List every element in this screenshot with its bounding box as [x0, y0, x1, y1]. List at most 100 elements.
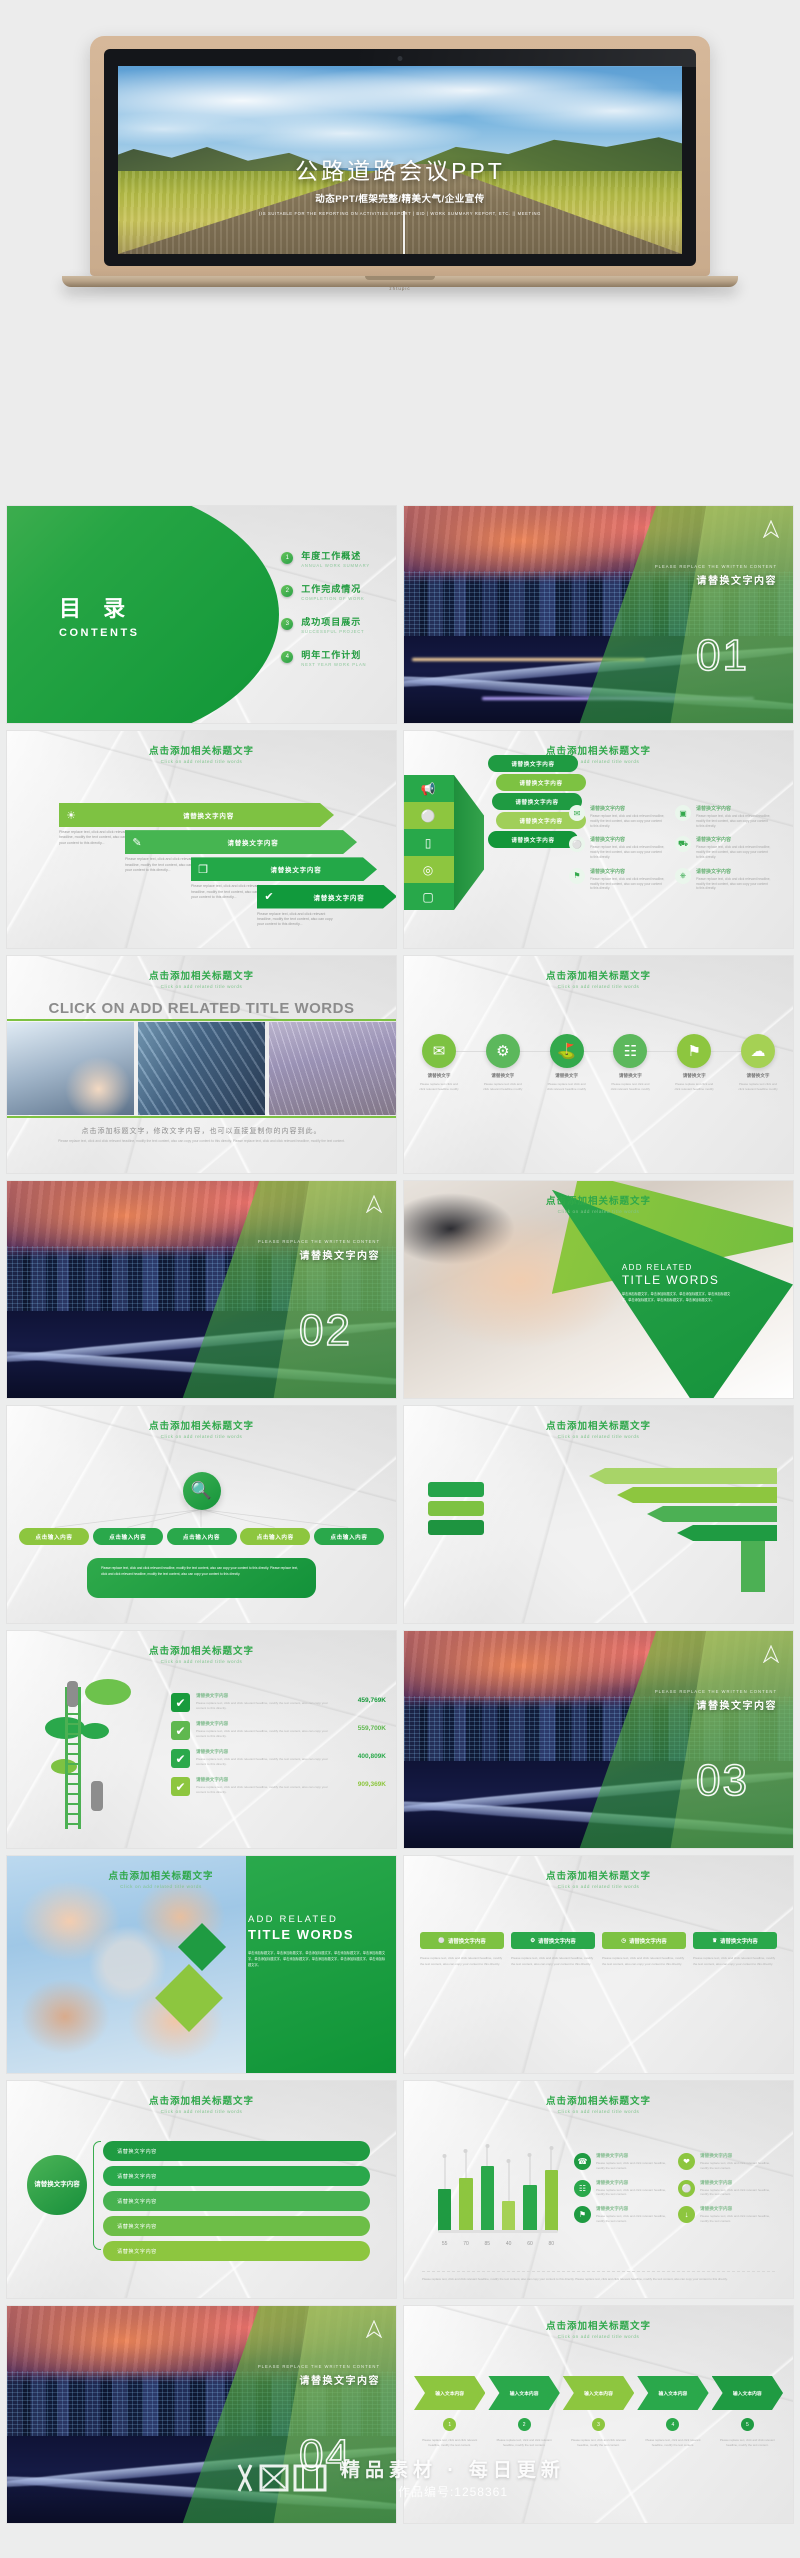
slide-circle-icons[interactable]: 点击添加相关标题文字 Click on add related title wo…	[403, 955, 794, 1174]
green-pill[interactable]: 请替换文字内容	[103, 2216, 370, 2236]
slide-four-pills[interactable]: 点击添加相关标题文字 Click on add related title wo…	[403, 1855, 794, 2074]
fan-grid-item[interactable]: ✉ 请替换文字内容 Please replace text, click and…	[569, 805, 665, 828]
fan-grid-item[interactable]: ▣ 请替换文字内容 Please replace text, click and…	[675, 805, 771, 828]
slide-fan-list[interactable]: 点击添加相关标题文字 Click on add related title wo…	[403, 730, 794, 949]
chart-tick-labels: 55 70 85 40 60 80	[438, 2241, 558, 2247]
green-pill[interactable]: 请替换文字内容	[103, 2166, 370, 2186]
checklist-row[interactable]: ✔ 请替换文字内容 Please replace text, click and…	[171, 1777, 386, 1796]
toc-item[interactable]: 1 年度工作概述 ANNUAL WORK SUMMARY	[281, 549, 370, 568]
slide-green-pill-list[interactable]: 点击添加相关标题文字 Click on add related title wo…	[6, 2080, 397, 2299]
checklist-row[interactable]: ✔ 请替换文字内容 Please replace text, click and…	[171, 1721, 386, 1740]
slide-arrow-steps[interactable]: 点击添加相关标题文字 Click on add related title wo…	[6, 730, 397, 949]
fan-pill[interactable]: 请替换文字内容	[488, 831, 578, 848]
toc-green-panel	[7, 506, 280, 723]
green-pill[interactable]: 请替换文字内容	[103, 2141, 370, 2161]
triangle-line1: ADD RELATED	[621, 1263, 693, 1273]
toc-item[interactable]: 2 工作完成情况 COMPLETION OF WORK	[281, 582, 370, 601]
circle-item[interactable]: ☁ 请替换文字 Please replace text click and cl…	[737, 1034, 779, 1092]
fan-icon-grid: ✉ 请替换文字内容 Please replace text, click and…	[569, 805, 779, 891]
chevron-step[interactable]: 输入文本内容	[488, 2376, 559, 2410]
fan-grid-item[interactable]: ⚑ 请替换文字内容 Please replace text, click and…	[569, 867, 665, 891]
pill-body-text: Please replace text, click and click rel…	[602, 1956, 685, 1966]
fan-grid-item[interactable]: ⚪ 请替换文字内容 Please replace text, click and…	[569, 836, 665, 859]
search-pill[interactable]: 点击输入内容	[240, 1528, 311, 1545]
search-pill[interactable]: 点击输入内容	[314, 1528, 384, 1545]
chevron-step[interactable]: 输入文本内容	[414, 2376, 485, 2410]
pill-body-text: Please replace text, click and click rel…	[693, 1956, 776, 1966]
chevron-step[interactable]: 输入文本内容	[637, 2376, 708, 2410]
slide-title-cn: 点击添加相关标题文字	[545, 746, 651, 757]
pill-header[interactable]: ⚙ 请替换文字内容	[511, 1932, 595, 1949]
search-icon[interactable]: 🔍	[182, 1472, 221, 1510]
arrow-step[interactable]: ✔ 请替换文字内容	[257, 885, 397, 909]
chevron-step[interactable]: 输入文本内容	[712, 2376, 783, 2410]
circle-item[interactable]: ⚙ 请替换文字 Please replace text click and cl…	[482, 1034, 524, 1092]
section-caption: PLEASE REPLACE THE WRITTEN CONTENT 请替换文字…	[655, 564, 777, 587]
slide-photo-strip[interactable]: 点击添加相关标题文字 Click on add related title wo…	[6, 955, 397, 1174]
slide-chevron-timeline[interactable]: 点击添加相关标题文字 Click on add related title wo…	[403, 2305, 794, 2524]
left-box[interactable]	[428, 1482, 484, 1497]
fan-grid-item[interactable]: ⛟ 请替换文字内容 Please replace text, click and…	[675, 836, 771, 859]
photo-business[interactable]	[7, 1022, 134, 1115]
search-pill[interactable]: 点击输入内容	[166, 1528, 237, 1545]
arrow-step[interactable]: ❐ 请替换文字内容	[191, 857, 377, 881]
left-box[interactable]	[428, 1501, 484, 1516]
big-arrow[interactable]	[589, 1468, 777, 1484]
toc-list: 1 年度工作概述 ANNUAL WORK SUMMARY 2 工作完成情况 CO…	[281, 549, 370, 681]
big-arrow[interactable]	[677, 1525, 777, 1541]
green-pill[interactable]: 请替换文字内容	[103, 2241, 370, 2261]
chart-side-item[interactable]: ☎ 请替换文字内容 Please replace text, click and…	[574, 2153, 668, 2171]
pin-icon: ⚑	[574, 2206, 591, 2224]
circle-item[interactable]: ☷ 请替换文字 Please replace text click and cl…	[609, 1034, 651, 1092]
section-caption: PLEASE REPLACE THE WRITTEN CONTENT 请替换文字…	[258, 1239, 380, 1262]
section-caption-cn: 请替换文字内容	[299, 1251, 380, 1262]
slide-header: 点击添加相关标题文字 Click on add related title wo…	[404, 1193, 793, 1214]
big-arrow[interactable]	[617, 1487, 777, 1503]
slide-triangle-title[interactable]: 点击添加相关标题文字 Click on add related title wo…	[403, 1180, 794, 1399]
chart-side-item[interactable]: ↓ 请替换文字内容 Please replace text, click and…	[678, 2206, 772, 2224]
slide-section-02[interactable]: PLEASE REPLACE THE WRITTEN CONTENT 请替换文字…	[6, 1180, 397, 1399]
fan-pill[interactable]: 请替换文字内容	[496, 774, 586, 791]
slide-section-03[interactable]: PLEASE REPLACE THE WRITTEN CONTENT 请替换文字…	[403, 1630, 794, 1849]
pill-header[interactable]: ♛ 请替换文字内容	[693, 1932, 777, 1949]
chart-side-item[interactable]: ⚑ 请替换文字内容 Please replace text, click and…	[574, 2206, 668, 2224]
pill-header[interactable]: ◷ 请替换文字内容	[602, 1932, 686, 1949]
brace-graphic	[93, 2141, 101, 2250]
toc-item-label-en: ANNUAL WORK SUMMARY	[301, 562, 370, 568]
photo-louvre[interactable]	[269, 1022, 396, 1115]
arrow-step[interactable]: ✎ 请替换文字内容	[125, 830, 357, 854]
big-arrow[interactable]	[647, 1506, 777, 1522]
chevron-dot: 4	[637, 2418, 708, 2431]
circle-item[interactable]: ✉ 请替换文字 Please replace text click and cl…	[418, 1034, 460, 1092]
slide-big-arrows[interactable]: 点击添加相关标题文字 Click on add related title wo…	[403, 1405, 794, 1624]
circle-item[interactable]: ⚑ 请替换文字 Please replace text click and cl…	[673, 1034, 715, 1092]
chart-side-item[interactable]: ☷ 请替换文字内容 Please replace text, click and…	[574, 2179, 668, 2198]
toc-item[interactable]: 4 明年工作计划 NEXT YEAR WORK PLAN	[281, 648, 370, 667]
slide-teamwork[interactable]: 点击添加相关标题文字 Click on add related title wo…	[6, 1855, 397, 2074]
section-caption-en: PLEASE REPLACE THE WRITTEN CONTENT	[257, 1239, 380, 1244]
lightbulb-icon: ☀	[66, 809, 76, 822]
circle-item[interactable]: ⛳ 请替换文字 Please replace text click and cl…	[546, 1034, 588, 1092]
checklist-row[interactable]: ✔ 请替换文字内容 Please replace text, click and…	[171, 1749, 386, 1768]
search-pill[interactable]: 点击输入内容	[92, 1528, 163, 1545]
left-box[interactable]	[428, 1520, 484, 1535]
slide-ladder-checklist[interactable]: 点击添加相关标题文字 Click on add related title wo…	[6, 1630, 397, 1849]
chart-side-item[interactable]: ❤ 请替换文字内容 Please replace text, click and…	[678, 2153, 772, 2171]
checklist-row[interactable]: ✔ 请替换文字内容 Please replace text, click and…	[171, 1693, 386, 1712]
fan-grid-item[interactable]: ⎈ 请替换文字内容 Please replace text, click and…	[675, 867, 771, 891]
slide-contents[interactable]: 目 录 CONTENTS 1 年度工作概述 ANNUAL WORK SUMMAR…	[6, 505, 397, 724]
arrow-step[interactable]: ☀ 请替换文字内容	[59, 803, 334, 827]
search-pill[interactable]: 点击输入内容	[19, 1528, 89, 1545]
pill-header[interactable]: ⚪ 请替换文字内容	[420, 1932, 504, 1949]
chart-side-item[interactable]: ⚪ 请替换文字内容 Please replace text, click and…	[678, 2179, 772, 2198]
green-pill[interactable]: 请替换文字内容	[103, 2191, 370, 2211]
chart-tick-label: 80	[548, 2241, 555, 2247]
slide-section-04[interactable]: PLEASE REPLACE THE WRITTEN CONTENT 请替换文字…	[6, 2305, 397, 2524]
chevron-step[interactable]: 输入文本内容	[563, 2376, 634, 2410]
slide-section-01[interactable]: PLEASE REPLACE THE WRITTEN CONTENT 请替换文字…	[403, 505, 794, 724]
toc-item[interactable]: 3 成功项目展示 SUCCESSFUL PROJECT	[281, 615, 370, 634]
slide-search-tree[interactable]: 点击添加相关标题文字 Click on add related title wo…	[6, 1405, 397, 1624]
fan-pill[interactable]: 请替换文字内容	[488, 755, 578, 772]
photo-architecture[interactable]	[138, 1022, 265, 1115]
slide-bar-chart[interactable]: 点击添加相关标题文字 Click on add related title wo…	[403, 2080, 794, 2299]
